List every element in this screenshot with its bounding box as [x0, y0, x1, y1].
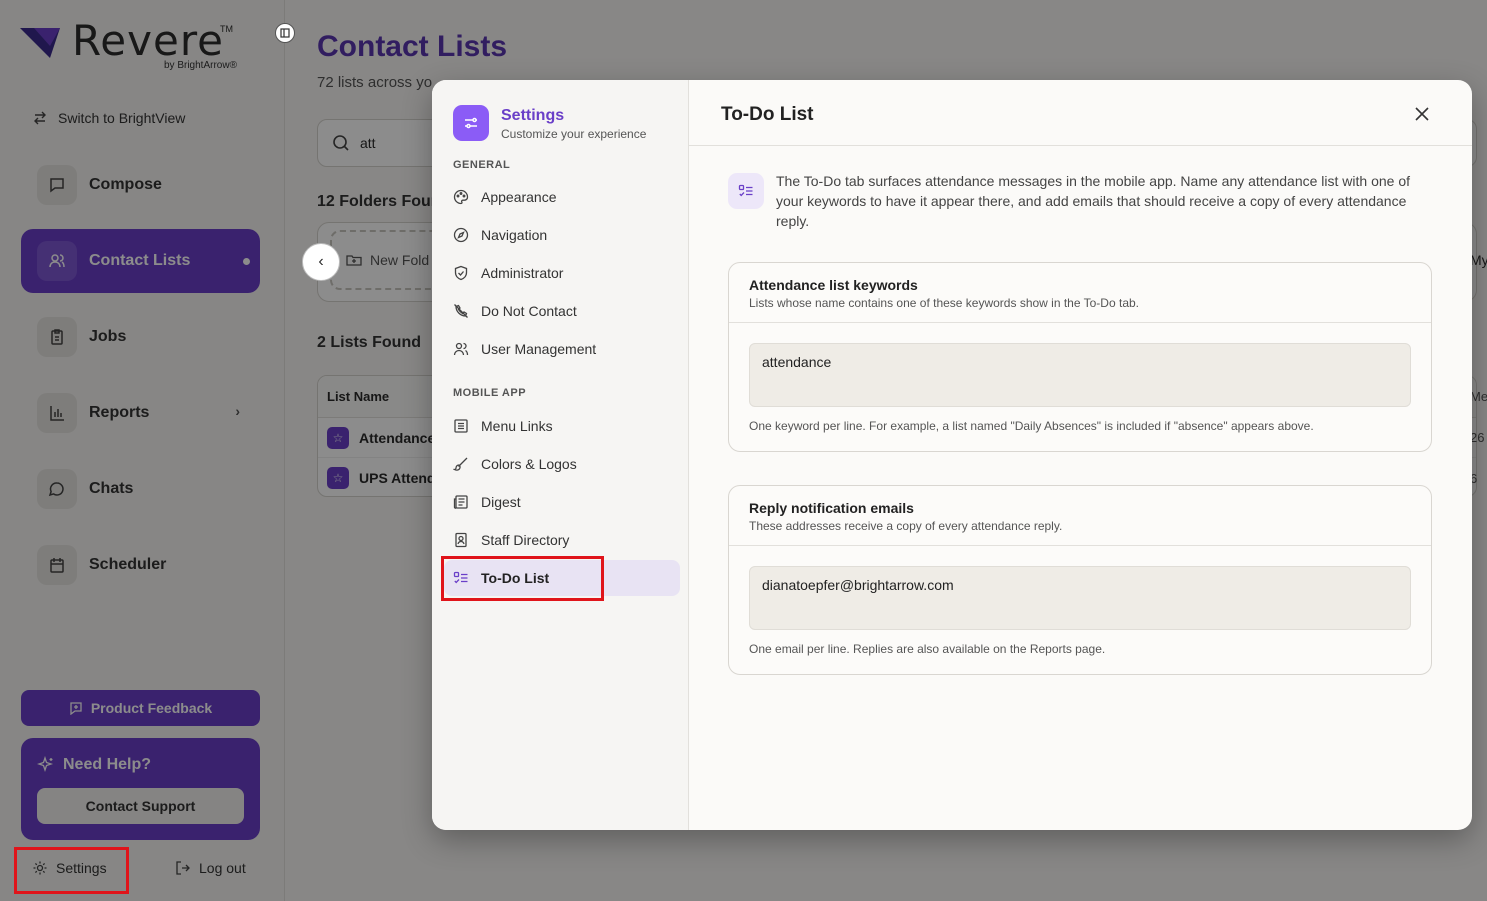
settings-item-label: Do Not Contact — [481, 303, 577, 319]
settings-modal: Settings Customize your experience GENER… — [432, 80, 1472, 830]
intro-description: The To-Do tab surfaces attendance messag… — [776, 173, 1410, 229]
keywords-card-title: Attendance list keywords — [749, 277, 918, 293]
palette-icon — [453, 189, 469, 205]
to-do-list-panel: To-Do List The To-Do tab surfaces attend… — [689, 80, 1472, 830]
sliders-icon — [453, 105, 489, 141]
panel-icon — [280, 28, 290, 38]
settings-item-colors-logos[interactable]: Colors & Logos — [444, 446, 680, 482]
panel-title: To-Do List — [721, 104, 814, 125]
settings-item-label: Menu Links — [481, 418, 553, 434]
settings-item-label: Appearance — [481, 189, 557, 205]
settings-nav: Settings Customize your experience GENER… — [432, 80, 689, 830]
chevron-left-icon: ‹ — [318, 253, 324, 270]
settings-item-label: Navigation — [481, 227, 548, 243]
settings-item-digest[interactable]: Digest — [444, 484, 680, 520]
settings-item-administrator[interactable]: Administrator — [444, 255, 680, 291]
phone-off-icon — [454, 304, 468, 318]
list-icon — [454, 419, 468, 433]
general-section-label: GENERAL — [453, 159, 511, 171]
settings-title: Settings — [501, 107, 565, 124]
settings-item-label: Digest — [481, 494, 521, 510]
paintbrush-icon — [453, 457, 468, 471]
settings-item-user-management[interactable]: User Management — [444, 331, 680, 367]
settings-item-label: Staff Directory — [481, 532, 570, 548]
settings-item-appearance[interactable]: Appearance — [444, 179, 680, 215]
mobile-app-section-label: MOBILE APP — [453, 387, 527, 399]
users-icon — [453, 342, 469, 356]
keywords-hint: One keyword per line. For example, a lis… — [749, 419, 1314, 433]
checklist-icon — [728, 173, 764, 209]
keywords-textarea[interactable]: attendance — [749, 343, 1411, 407]
shield-check-icon — [454, 265, 468, 281]
carousel-prev-button[interactable]: ‹ — [302, 243, 340, 281]
settings-item-navigation[interactable]: Navigation — [444, 217, 680, 253]
settings-item-staff-directory[interactable]: Staff Directory — [444, 522, 680, 558]
highlight-box — [14, 847, 129, 894]
keywords-card-subtitle: Lists whose name contains one of these k… — [749, 296, 1139, 310]
emails-card-title: Reply notification emails — [749, 500, 914, 516]
close-icon — [1415, 107, 1429, 121]
keywords-card-header: Attendance list keywords Lists whose nam… — [729, 263, 1431, 323]
emails-card: Reply notification emails These addresse… — [728, 485, 1432, 675]
newspaper-icon — [453, 495, 468, 509]
contact-book-icon — [455, 532, 467, 548]
settings-subtitle: Customize your experience — [501, 127, 647, 141]
settings-item-do-not-contact[interactable]: Do Not Contact — [444, 293, 680, 329]
emails-hint: One email per line. Replies are also ava… — [749, 642, 1106, 656]
settings-item-menu-links[interactable]: Menu Links — [444, 408, 680, 444]
emails-textarea[interactable]: dianatoepfer@brightarrow.com — [749, 566, 1411, 630]
emails-card-subtitle: These addresses receive a copy of every … — [749, 519, 1063, 533]
header-divider — [689, 145, 1472, 146]
emails-card-header: Reply notification emails These addresse… — [729, 486, 1431, 546]
keywords-card: Attendance list keywords Lists whose nam… — [728, 262, 1432, 452]
highlight-box — [441, 556, 604, 601]
collapse-sidebar-button[interactable] — [275, 23, 295, 43]
settings-item-label: Colors & Logos — [481, 456, 577, 472]
close-button[interactable] — [1410, 102, 1434, 126]
settings-item-label: Administrator — [481, 265, 564, 281]
compass-icon — [453, 227, 469, 243]
settings-item-label: User Management — [481, 341, 597, 357]
